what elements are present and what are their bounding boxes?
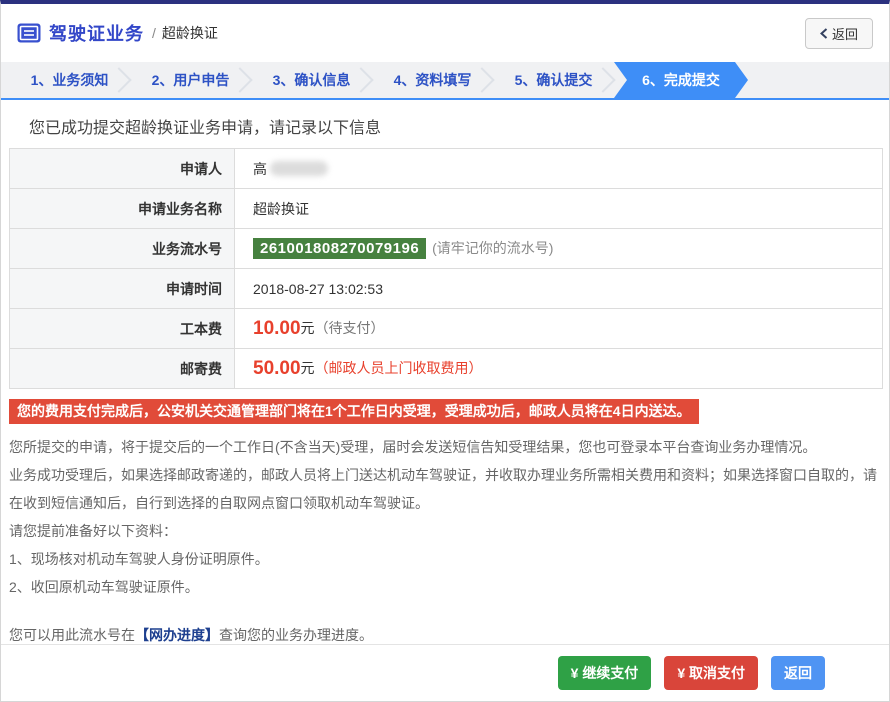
step-4-fill-materials[interactable]: 4、资料填写 [372,62,493,98]
fee-amount: 10.00 [253,318,301,339]
row-value: 50.00元（邮政人员上门收取费用） [235,349,883,389]
row-value: 超龄换证 [235,189,883,229]
row-label: 邮寄费 [10,349,235,389]
step-6-complete-submit[interactable]: 6、完成提交 [614,62,748,98]
page-title: 驾驶证业务 [49,20,144,46]
table-row-serial-number: 业务流水号 261001808270079196 (请牢记你的流水号) [10,229,883,269]
paragraph: 1、现场核对机动车驾驶人身份证明原件。 [9,545,881,573]
footer-actions: ¥ 继续支付 ¥ 取消支付 返回 [1,644,889,701]
table-row-business-name: 申请业务名称 超龄换证 [10,189,883,229]
payment-notice-banner: 您的费用支付完成后，公安机关交通管理部门将在1个工作日内受理，受理成功后，邮政人… [9,399,699,424]
row-value: 高 [235,149,883,189]
table-row-applicant: 申请人 高 [10,149,883,189]
serial-number-note: (请牢记你的流水号) [432,240,553,256]
table-row-production-fee: 工本费 10.00元（待支付） [10,309,883,349]
redacted-name [270,161,328,176]
paragraph: 2、收回原机动车驾驶证原件。 [9,573,881,601]
description-paragraphs: 您所提交的申请，将于提交后的一个工作日(不含当天)受理，届时会发送短信告知受理结… [9,433,881,601]
application-info-table: 申请人 高 申请业务名称 超龄换证 业务流水号 2610018082700791… [9,148,883,389]
row-label: 申请业务名称 [10,189,235,229]
step-3-confirm-info[interactable]: 3、确认信息 [251,62,372,98]
paragraph: 业务成功受理后，如果选择邮政寄递的，邮政人员将上门送达机动车驾驶证，并收取办理业… [9,461,881,517]
row-label: 申请时间 [10,269,235,309]
header-back-button[interactable]: 返回 [805,18,873,49]
row-label: 业务流水号 [10,229,235,269]
row-value: 10.00元（待支付） [235,309,883,349]
row-label: 申请人 [10,149,235,189]
step-5-confirm-submit[interactable]: 5、确认提交 [493,62,614,98]
fee-note: （待支付） [315,320,385,336]
table-row-apply-time: 申请时间 2018-08-27 13:02:53 [10,269,883,309]
paragraph: 请您提前准备好以下资料： [9,517,881,545]
step-1-business-notice[interactable]: 1、业务须知 [9,62,130,98]
notice-banner-wrap: 您的费用支付完成后，公安机关交通管理部门将在1个工作日内受理，受理成功后，邮政人… [9,399,881,424]
progress-page-link[interactable]: 【网办进度】 [135,627,219,643]
license-card-icon [17,23,41,43]
step-2-user-declaration[interactable]: 2、用户申告 [130,62,251,98]
continue-payment-button[interactable]: ¥ 继续支付 [558,656,652,690]
chevron-left-icon [820,28,828,39]
row-value: 2018-08-27 13:02:53 [235,269,883,309]
fee-amount: 50.00 [253,358,301,379]
serial-number-badge: 261001808270079196 [253,238,426,259]
success-message: 您已成功提交超龄换证业务申请，请记录以下信息 [29,114,889,138]
header-back-label: 返回 [832,24,858,43]
page: 驾驶证业务 / 超龄换证 返回 1、业务须知 2、用户申告 3、确认信息 4、资… [0,0,890,702]
cancel-payment-button[interactable]: ¥ 取消支付 [664,656,758,690]
breadcrumb-separator: / [152,25,156,41]
row-label: 工本费 [10,309,235,349]
breadcrumb-current: 超龄换证 [162,23,218,43]
table-row-postage-fee: 邮寄费 50.00元（邮政人员上门收取费用） [10,349,883,389]
paragraph: 您所提交的申请，将于提交后的一个工作日(不含当天)受理，届时会发送短信告知受理结… [9,433,881,461]
row-value: 261001808270079196 (请牢记你的流水号) [235,229,883,269]
header: 驾驶证业务 / 超龄换证 返回 [1,4,889,62]
currency-icon: ¥ [677,665,685,681]
step-navigation: 1、业务须知 2、用户申告 3、确认信息 4、资料填写 5、确认提交 6、完成提… [1,62,889,100]
footer-back-button[interactable]: 返回 [771,656,825,690]
currency-icon: ¥ [571,665,579,681]
fee-note: （邮政人员上门收取费用） [315,360,483,376]
